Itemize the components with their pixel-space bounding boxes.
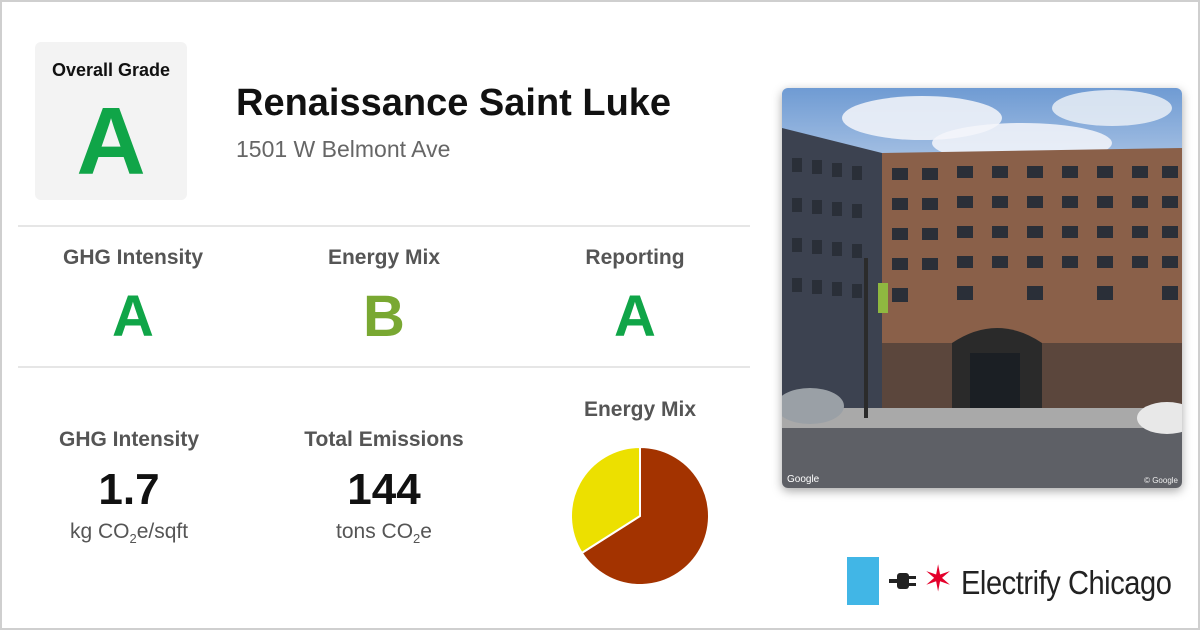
stat-title: GHG Intensity xyxy=(58,428,200,451)
overall-grade-letter: A xyxy=(76,88,146,195)
divider xyxy=(18,225,750,227)
grade-letter: A xyxy=(112,284,154,349)
brand-name: Electrify Chicago xyxy=(961,564,1172,601)
divider xyxy=(18,366,750,368)
stat-total-emissions: Total Emissions 144 tons CO2e xyxy=(264,428,504,546)
grade-energy-mix: Energy Mix B xyxy=(264,246,504,346)
building-photo: Google © Google xyxy=(782,88,1182,488)
chicago-flag-stripe xyxy=(847,557,879,605)
stat-title: Total Emissions xyxy=(304,428,464,451)
stat-value: 144 xyxy=(347,465,421,514)
photo-copyright: © Google xyxy=(1144,476,1178,485)
overall-grade-box: Overall Grade A xyxy=(35,42,187,200)
grade-title: GHG Intensity xyxy=(62,246,204,269)
plug-icon xyxy=(889,573,916,589)
building-name: Renaissance Saint Luke xyxy=(236,82,672,124)
electrify-chicago-logo[interactable]: ✶ Electrify Chicago xyxy=(847,556,1187,606)
grade-title: Reporting xyxy=(585,246,685,269)
chicago-star-icon: ✶ xyxy=(923,558,954,599)
stat-unit: tons CO2e xyxy=(336,520,432,547)
grade-ghg-intensity: GHG Intensity A xyxy=(13,246,253,346)
energy-mix-pie xyxy=(570,445,710,586)
stat-value: 1.7 xyxy=(98,465,160,514)
energy-mix-title: Energy Mix xyxy=(583,398,697,421)
grade-reporting: Reporting A xyxy=(515,246,755,346)
photo-credit: Google xyxy=(787,474,820,485)
grade-letter: B xyxy=(363,284,405,349)
grade-title: Energy Mix xyxy=(327,246,441,269)
grade-letter: A xyxy=(614,284,656,349)
building-address: 1501 W Belmont Ave xyxy=(236,136,451,162)
overall-grade-label: Overall Grade xyxy=(51,60,171,80)
stat-unit: kg CO2e/sqft xyxy=(69,520,189,547)
stat-ghg-intensity: GHG Intensity 1.7 kg CO2e/sqft xyxy=(9,428,249,546)
